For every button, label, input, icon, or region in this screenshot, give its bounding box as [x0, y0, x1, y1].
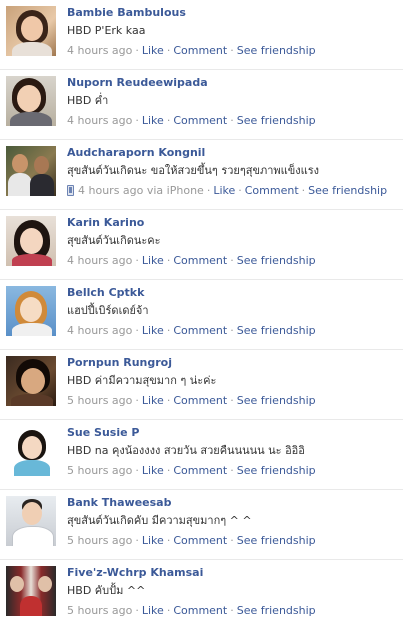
author-name-link[interactable]: Five'z-Wchrp Khamsai [67, 566, 399, 580]
wall-post: Audcharaporn Kongnil สุขสันต์วันเกิดนะ ข… [0, 140, 403, 210]
wall-post: Karin Karino สุขสันต์วันเกิดนะคะ 4 hours… [0, 210, 403, 280]
avatar[interactable] [6, 566, 56, 616]
post-message: สุขสันต์วันเกิดนะคะ [67, 234, 161, 247]
see-friendship-link[interactable]: See friendship [237, 464, 316, 477]
comment-link[interactable]: Comment [173, 604, 227, 617]
like-link[interactable]: Like [142, 394, 164, 407]
like-link[interactable]: Like [142, 254, 164, 267]
see-friendship-link[interactable]: See friendship [237, 114, 316, 127]
wall-post-feed: Bambie Bambulous HBD P'Erk kaa 4 hours a… [0, 0, 403, 630]
avatar[interactable] [6, 216, 56, 266]
author-name-link[interactable]: Nuporn Reudeewipada [67, 76, 399, 90]
author-name-link[interactable]: Audcharaporn Kongnil [67, 146, 399, 160]
post-message: HBD คับปั้ม ^^ [67, 584, 146, 597]
post-meta: 4 hours ago via iPhone · Like · Comment · See … [67, 184, 399, 198]
wall-post: Sue Susie P HBD na คุงน้องงงง สวยวัน สวย… [0, 420, 403, 490]
like-link[interactable]: Like [142, 604, 164, 617]
avatar[interactable] [6, 6, 56, 56]
like-link[interactable]: Like [142, 324, 164, 337]
author-name-link[interactable]: Bank Thaweesab [67, 496, 399, 510]
avatar[interactable] [6, 426, 56, 476]
post-timestamp[interactable]: 4 hours ago via iPhone [78, 184, 204, 197]
post-message: HBD ค่ำ [67, 94, 109, 107]
post-message: HBD P'Erk kaa [67, 24, 146, 37]
post-meta: 5 hours ago · Like · Comment · See friendship [67, 534, 316, 547]
avatar[interactable] [6, 146, 56, 196]
post-message: แฮปปี้เบิร์ดเดย์จ้า [67, 304, 149, 317]
comment-link[interactable]: Comment [173, 534, 227, 547]
author-name-link[interactable]: Pornpun Rungroj [67, 356, 399, 370]
post-message: HBD ค่ามีความสุขมาก ๆ น่ะค่ะ [67, 374, 217, 387]
comment-link[interactable]: Comment [173, 464, 227, 477]
like-link[interactable]: Like [142, 44, 164, 57]
author-name-link[interactable]: Karin Karino [67, 216, 399, 230]
avatar[interactable] [6, 496, 56, 546]
post-meta: 4 hours ago · Like · Comment · See friendship [67, 114, 316, 127]
see-friendship-link[interactable]: See friendship [237, 604, 316, 617]
wall-post: Bambie Bambulous HBD P'Erk kaa 4 hours a… [0, 0, 403, 70]
like-link[interactable]: Like [142, 464, 164, 477]
post-message: HBD na คุงน้องงงง สวยวัน สวยคืนนนนน นะ อ… [67, 444, 305, 457]
avatar[interactable] [6, 286, 56, 336]
post-meta: 4 hours ago · Like · Comment · See friendship [67, 324, 316, 337]
author-name-link[interactable]: Sue Susie P [67, 426, 399, 440]
post-timestamp[interactable]: 4 hours ago [67, 44, 132, 57]
post-meta: 4 hours ago · Like · Comment · See friendship [67, 44, 316, 57]
post-message: สุขสันต์วันเกิดนะ ขอให้สวยขึ้นๆ รวยๆสุขภ… [67, 164, 320, 177]
mobile-phone-icon [67, 185, 74, 196]
wall-post: Bank Thaweesab สุขสันต์วันเกิดคับ มีความ… [0, 490, 403, 560]
post-timestamp[interactable]: 4 hours ago [67, 324, 132, 337]
wall-post: Nuporn Reudeewipada HBD ค่ำ 4 hours ago ·… [0, 70, 403, 140]
see-friendship-link[interactable]: See friendship [237, 324, 316, 337]
post-meta: 5 hours ago · Like · Comment · See friendship [67, 464, 316, 477]
author-name-link[interactable]: Bellch Cptkk [67, 286, 399, 300]
post-meta: 5 hours ago · Like · Comment · See friendship [67, 394, 316, 407]
like-link[interactable]: Like [213, 184, 235, 197]
see-friendship-link[interactable]: See friendship [237, 254, 316, 267]
see-friendship-link[interactable]: See friendship [308, 184, 387, 197]
post-timestamp[interactable]: 5 hours ago [67, 534, 132, 547]
post-message: สุขสันต์วันเกิดคับ มีความสุขมากๆ ^ ^ [67, 514, 252, 527]
avatar[interactable] [6, 356, 56, 406]
see-friendship-link[interactable]: See friendship [237, 44, 316, 57]
wall-post: Five'z-Wchrp Khamsai HBD คับปั้ม ^^ 5 ho… [0, 560, 403, 630]
avatar[interactable] [6, 76, 56, 126]
wall-post: Pornpun Rungroj HBD ค่ามีความสุขมาก ๆ น่… [0, 350, 403, 420]
comment-link[interactable]: Comment [173, 114, 227, 127]
like-link[interactable]: Like [142, 114, 164, 127]
see-friendship-link[interactable]: See friendship [237, 394, 316, 407]
post-timestamp[interactable]: 4 hours ago [67, 114, 132, 127]
comment-link[interactable]: Comment [245, 184, 299, 197]
like-link[interactable]: Like [142, 534, 164, 547]
author-name-link[interactable]: Bambie Bambulous [67, 6, 399, 20]
post-meta: 5 hours ago · Like · Comment · See friendship [67, 604, 316, 617]
post-timestamp[interactable]: 5 hours ago [67, 604, 132, 617]
comment-link[interactable]: Comment [173, 324, 227, 337]
post-timestamp[interactable]: 5 hours ago [67, 464, 132, 477]
comment-link[interactable]: Comment [173, 254, 227, 267]
comment-link[interactable]: Comment [173, 394, 227, 407]
post-timestamp[interactable]: 5 hours ago [67, 394, 132, 407]
wall-post: Bellch Cptkk แฮปปี้เบิร์ดเดย์จ้า 4 hours… [0, 280, 403, 350]
post-meta: 4 hours ago · Like · Comment · See friendship [67, 254, 316, 267]
see-friendship-link[interactable]: See friendship [237, 534, 316, 547]
post-timestamp[interactable]: 4 hours ago [67, 254, 132, 267]
comment-link[interactable]: Comment [173, 44, 227, 57]
